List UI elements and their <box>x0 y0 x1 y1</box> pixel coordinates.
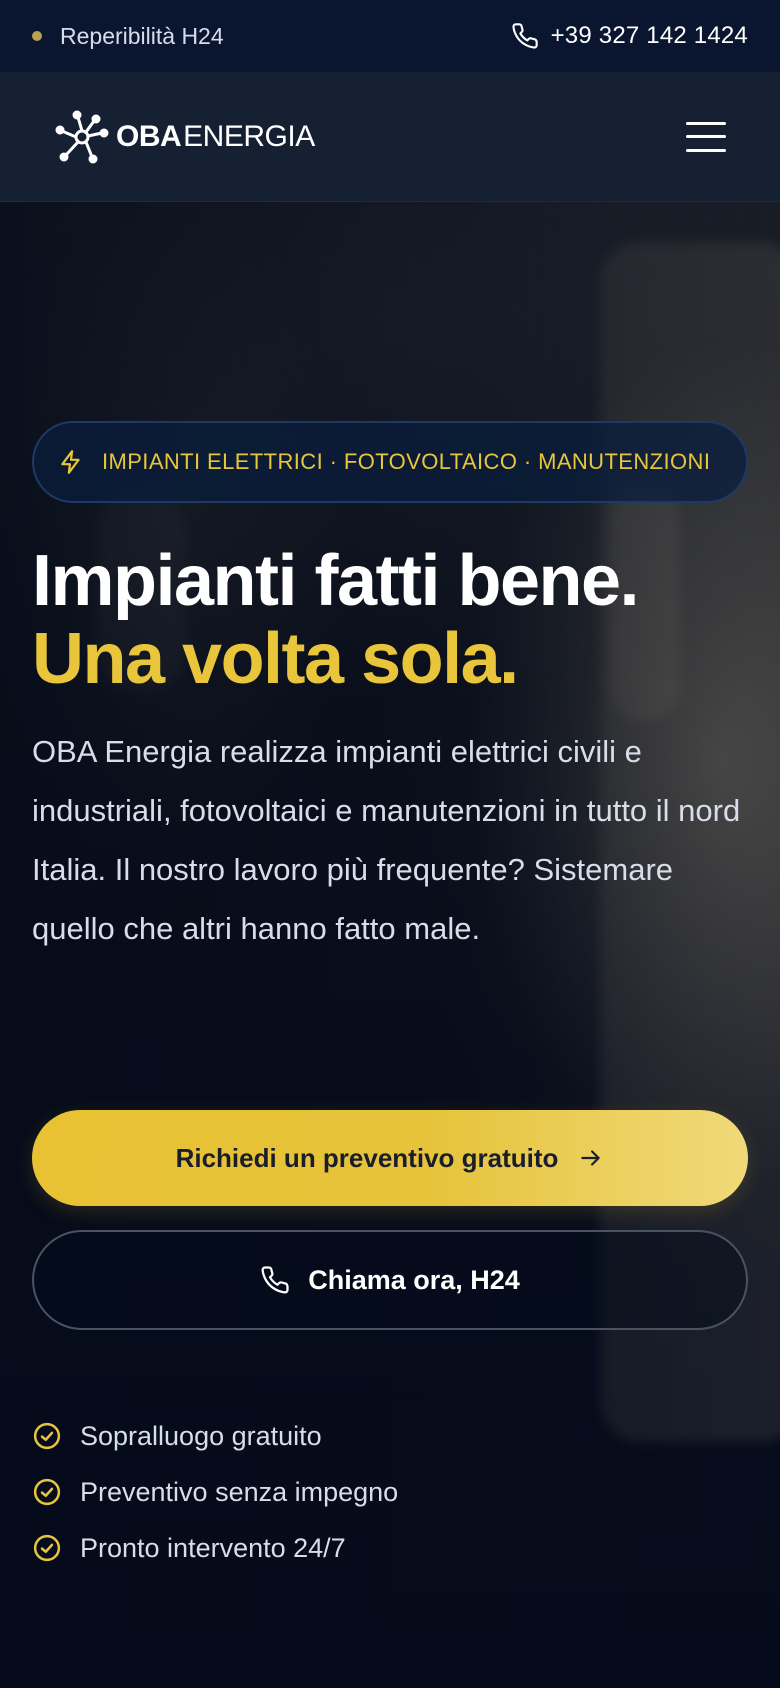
availability-group: Reperibilità H24 <box>32 23 224 50</box>
request-quote-button[interactable]: Richiedi un preventivo gratuito <box>32 1110 748 1206</box>
request-quote-label: Richiedi un preventivo gratuito <box>175 1142 559 1173</box>
hero-headline-line2: Una volta sola. <box>32 619 519 699</box>
services-badge-text: IMPIANTI ELETTRICI · FOTOVOLTAICO · MANU… <box>102 449 711 474</box>
benefit-label: Sopralluogo gratuito <box>80 1420 322 1451</box>
main-navbar: OBA ENERGIA <box>0 72 780 202</box>
topbar-phone-link[interactable]: +39 327 142 1424 <box>511 22 748 50</box>
call-now-label: Chiama ora, H24 <box>308 1264 520 1295</box>
availability-text: Reperibilità H24 <box>60 22 224 49</box>
benefit-label: Pronto intervento 24/7 <box>80 1532 346 1563</box>
brand-logo[interactable]: OBA ENERGIA <box>54 109 315 165</box>
check-circle-icon <box>32 1421 62 1451</box>
call-now-button[interactable]: Chiama ora, H24 <box>32 1230 748 1330</box>
brand-name-light: ENERGIA <box>183 119 315 153</box>
lightning-bolt-icon <box>58 448 84 476</box>
atom-network-logo-icon <box>54 109 110 165</box>
menu-line-top <box>686 121 726 125</box>
topbar-phone-number[interactable]: +39 327 142 1424 <box>551 22 748 50</box>
phone-icon <box>511 22 539 50</box>
top-info-bar: Reperibilità H24 +39 327 142 1424 <box>0 0 780 72</box>
list-item: Pronto intervento 24/7 <box>32 1520 398 1576</box>
check-circle-icon <box>32 1533 62 1563</box>
phone-icon <box>260 1265 290 1295</box>
menu-line-bottom <box>686 148 726 152</box>
hero-section: IMPIANTI ELETTRICI · FOTOVOLTAICO · MANU… <box>0 202 780 1688</box>
hamburger-menu-icon[interactable] <box>686 121 726 152</box>
list-item: Preventivo senza impegno <box>32 1464 398 1520</box>
benefits-list: Sopralluogo gratuito Preventivo senza im… <box>32 1408 398 1576</box>
status-dot-icon <box>32 31 42 41</box>
menu-line-middle <box>686 135 726 138</box>
services-badge: IMPIANTI ELETTRICI · FOTOVOLTAICO · MANU… <box>32 421 748 503</box>
hero-headline-line1: Impianti fatti bene. <box>32 541 640 621</box>
check-circle-icon <box>32 1477 62 1507</box>
brand-name-strong: OBA <box>116 119 182 153</box>
hero-intro-paragraph: OBA Energia realizza impianti elettrici … <box>32 734 741 946</box>
list-item: Sopralluogo gratuito <box>32 1408 398 1464</box>
benefit-label: Preventivo senza impegno <box>80 1476 399 1507</box>
arrow-right-icon <box>578 1145 604 1171</box>
